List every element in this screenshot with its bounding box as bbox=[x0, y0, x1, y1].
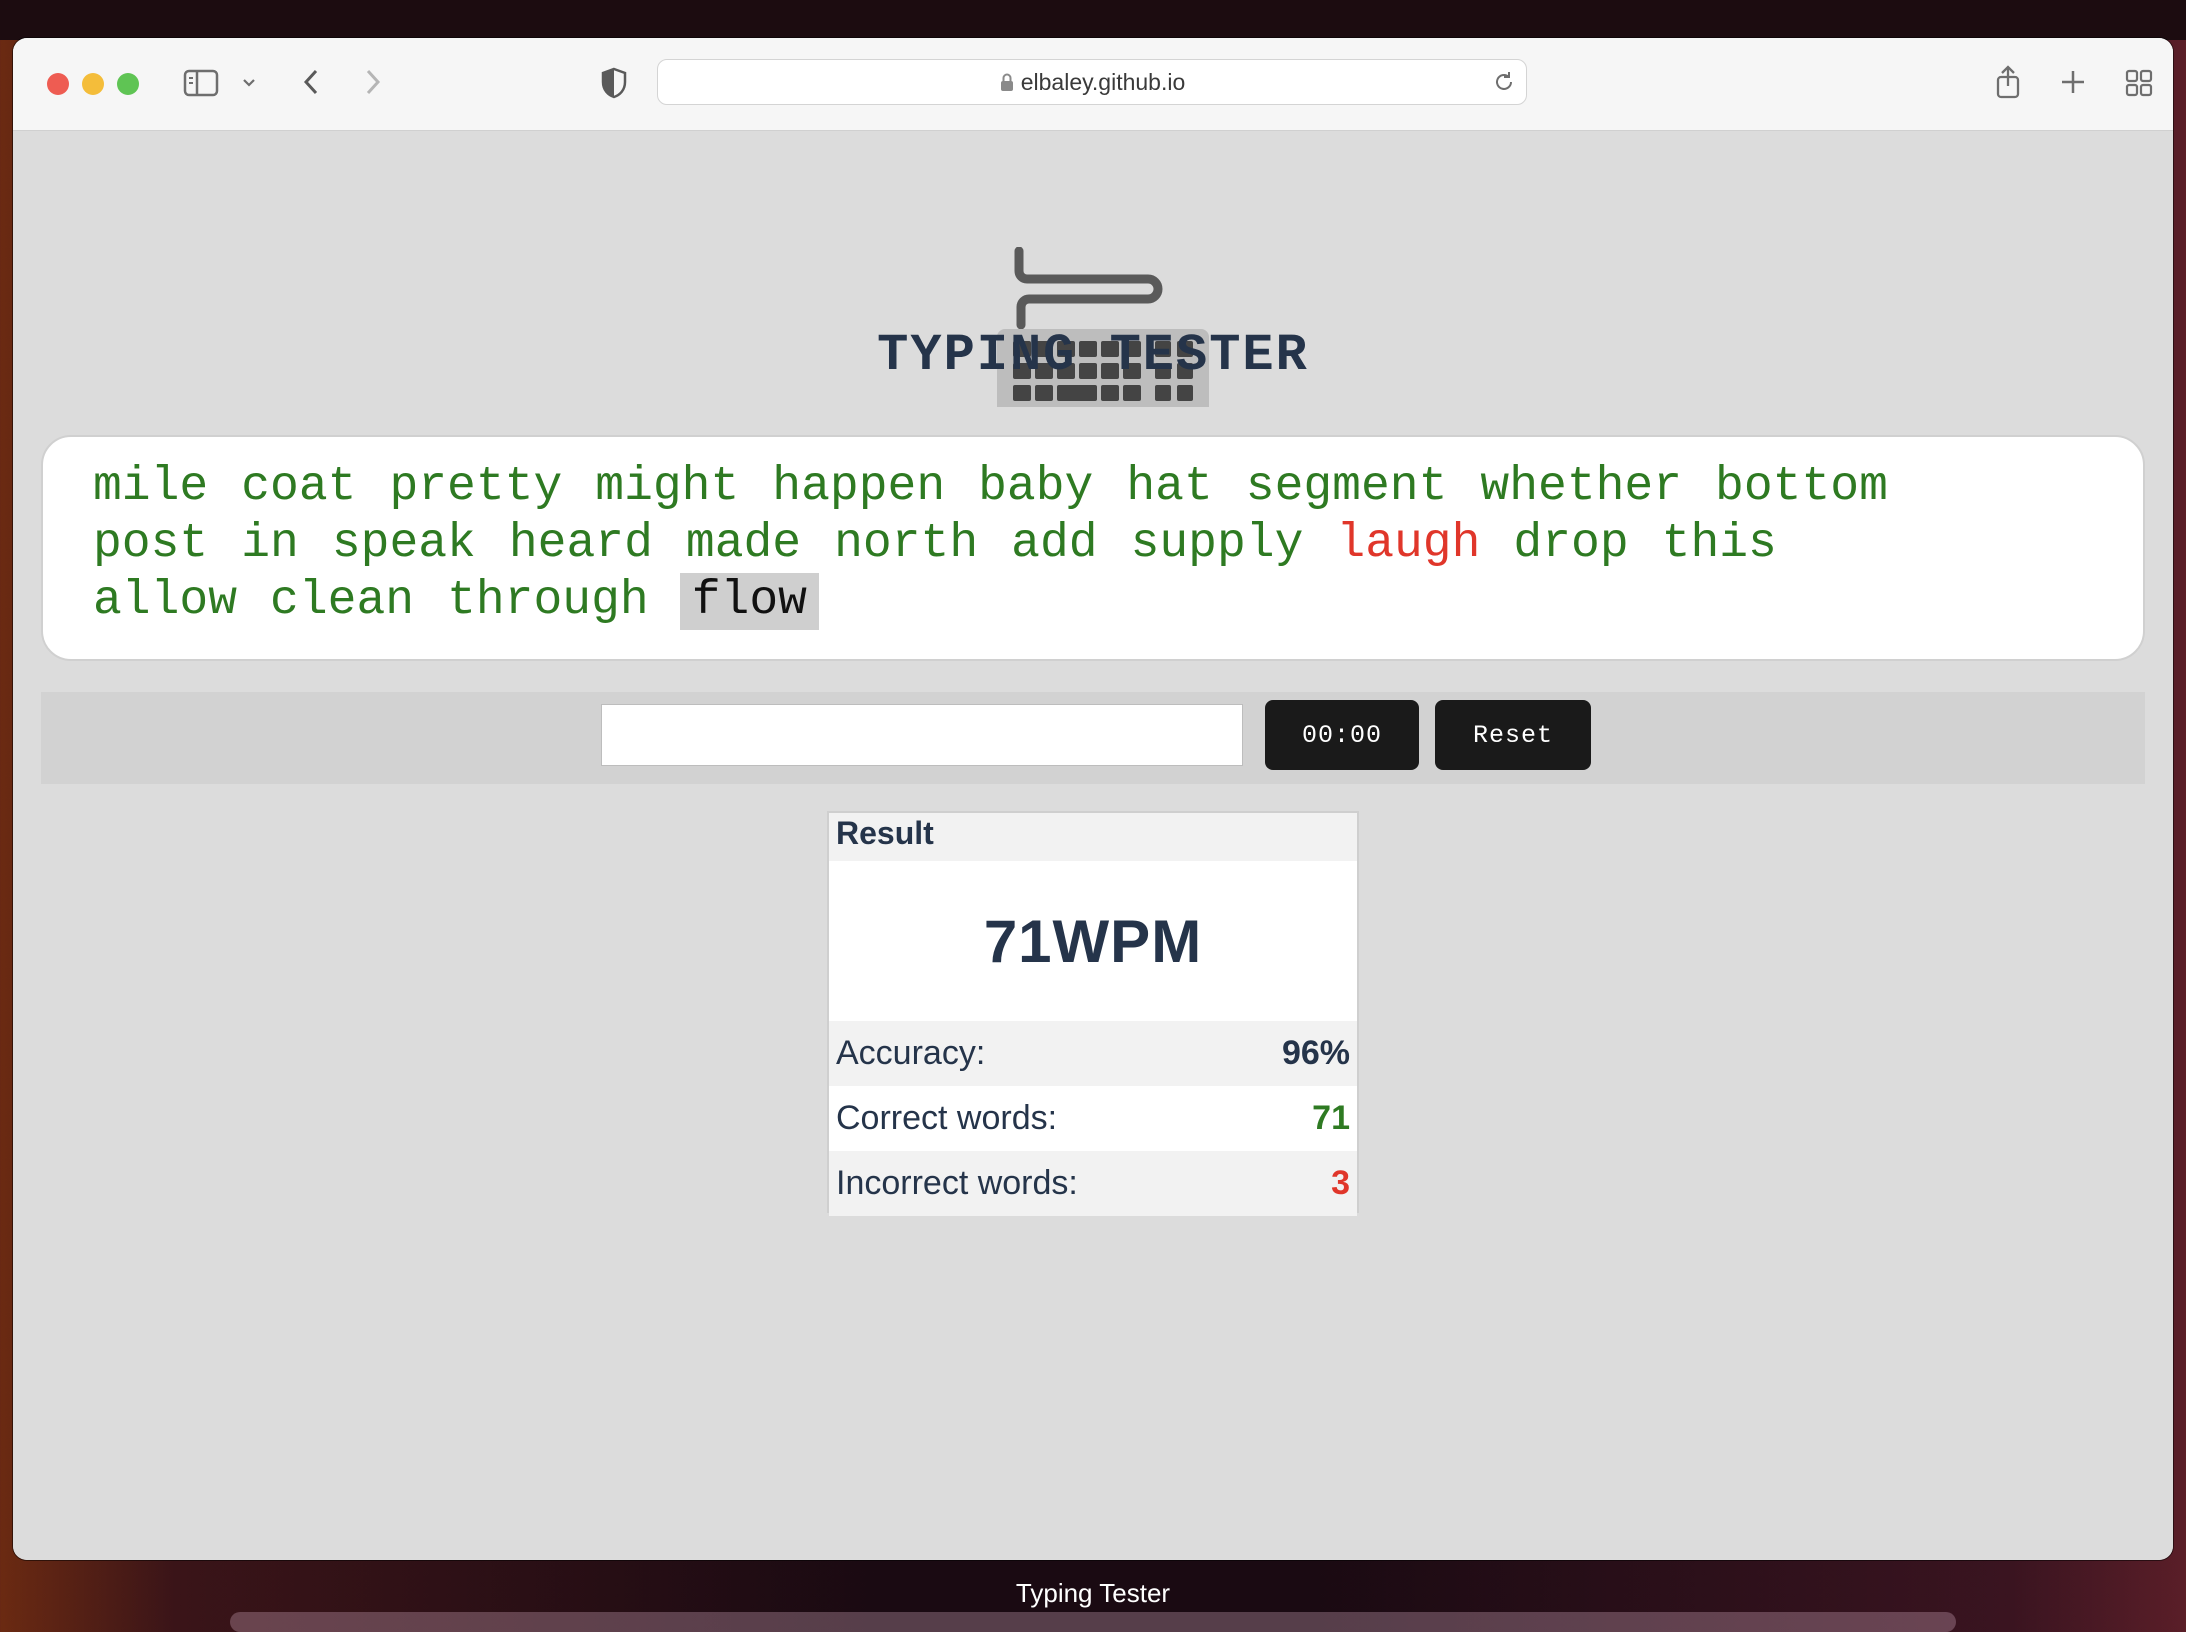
word: add bbox=[1011, 517, 1098, 571]
timer-display: 00:00 bbox=[1265, 700, 1419, 770]
correct-words-value: 71 bbox=[1312, 1099, 1350, 1137]
word: bottom bbox=[1715, 460, 1888, 514]
lock-icon bbox=[999, 71, 1015, 98]
browser-window: elbaley.github.io TYPING TESTER mile coa… bbox=[13, 38, 2173, 1560]
result-heading: Result bbox=[829, 813, 1357, 861]
privacy-shield-icon[interactable] bbox=[599, 66, 629, 105]
incorrect-words-label: Incorrect words: bbox=[836, 1164, 1078, 1202]
word: happen bbox=[772, 460, 946, 514]
word: whether bbox=[1480, 460, 1683, 514]
tab-overview-icon[interactable] bbox=[2124, 68, 2154, 103]
word: in bbox=[241, 517, 299, 571]
sidebar-icon[interactable] bbox=[183, 68, 219, 103]
input-bar: 00:00 Reset bbox=[41, 692, 2145, 784]
word: segment bbox=[1245, 460, 1448, 514]
share-icon[interactable] bbox=[1993, 64, 2023, 105]
word: north bbox=[834, 517, 979, 571]
word: coat bbox=[241, 460, 357, 514]
correct-words-label: Correct words: bbox=[836, 1099, 1058, 1137]
forward-icon[interactable] bbox=[361, 66, 385, 103]
desktop-background bbox=[0, 0, 2186, 40]
incorrect-words-value: 3 bbox=[1331, 1164, 1350, 1202]
accuracy-row: Accuracy: 96% bbox=[829, 1021, 1357, 1086]
new-tab-icon[interactable] bbox=[2059, 68, 2087, 101]
wpm-value: 71WPM bbox=[983, 907, 1203, 975]
word: laugh bbox=[1336, 517, 1481, 571]
words-display: mile coat pretty might happen baby hat segment w… bbox=[41, 435, 2145, 661]
word: heard bbox=[508, 517, 653, 571]
word: allow bbox=[93, 574, 238, 628]
incorrect-words-row: Incorrect words: 3 bbox=[829, 1151, 1357, 1216]
word: pretty bbox=[389, 460, 563, 514]
word: mile bbox=[93, 460, 209, 514]
url-text: elbaley.github.io bbox=[1020, 69, 1186, 95]
word: baby bbox=[978, 460, 1094, 514]
page-title: TYPING TESTER bbox=[877, 326, 1309, 385]
chevron-down-icon[interactable] bbox=[241, 76, 257, 94]
current-word: flow bbox=[679, 573, 819, 630]
reset-button[interactable]: Reset bbox=[1435, 700, 1591, 770]
word-line: mile coat pretty might happen baby hat segment w… bbox=[91, 459, 2103, 516]
minimize-window-button[interactable] bbox=[82, 73, 104, 95]
window-caption: Typing Tester bbox=[1015, 1578, 1171, 1608]
reload-icon[interactable] bbox=[1492, 70, 1516, 99]
back-icon[interactable] bbox=[299, 66, 323, 103]
close-window-button[interactable] bbox=[47, 73, 69, 95]
accuracy-label: Accuracy: bbox=[836, 1034, 986, 1072]
dock bbox=[230, 1612, 1956, 1632]
url-display: elbaley.github.io bbox=[658, 69, 1526, 98]
word: drop bbox=[1513, 517, 1629, 571]
zoom-window-button[interactable] bbox=[117, 73, 139, 95]
word: made bbox=[685, 517, 802, 571]
word: post bbox=[93, 517, 209, 571]
browser-toolbar: elbaley.github.io bbox=[13, 38, 2173, 131]
word-line: post in speak heard made north add supply laugh d… bbox=[91, 516, 2103, 573]
word: hat bbox=[1126, 460, 1213, 514]
word: clean bbox=[270, 574, 415, 628]
word: this bbox=[1661, 517, 1777, 571]
result-panel: Result 71WPM Accuracy: 96% Correct words… bbox=[827, 811, 1359, 1216]
word: might bbox=[595, 460, 740, 514]
typing-input[interactable] bbox=[601, 704, 1243, 766]
address-bar[interactable]: elbaley.github.io bbox=[657, 59, 1527, 105]
word-line: allow clean through flow bbox=[91, 573, 2103, 630]
word: speak bbox=[331, 517, 476, 571]
word: supply bbox=[1130, 517, 1304, 571]
word: through bbox=[447, 574, 649, 628]
accuracy-value: 96% bbox=[1281, 1034, 1350, 1072]
correct-words-row: Correct words: 71 bbox=[829, 1086, 1357, 1151]
